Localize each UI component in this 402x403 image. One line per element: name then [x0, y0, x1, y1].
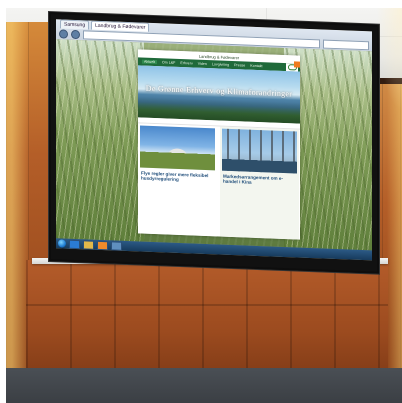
nav-item[interactable]: Presse [234, 63, 245, 67]
article-image[interactable] [140, 125, 215, 171]
article-card[interactable]: Markedsarrangement om e-handel i Kina [220, 126, 299, 240]
hero-banner: De Grønne Erhverv og Klimaforandringer [138, 65, 300, 124]
carpet-floor [6, 368, 402, 403]
wheat-field-left [56, 39, 144, 242]
back-icon[interactable] [59, 28, 68, 39]
article-title[interactable]: Flye regler giver mere fleksibel husdyrr… [141, 171, 214, 184]
nav-item[interactable]: Erhverv [180, 61, 192, 65]
nav-item[interactable]: Lovgivning [212, 62, 229, 67]
nav-item[interactable]: Aktuelt [142, 59, 157, 65]
media-taskbar-icon[interactable] [97, 240, 108, 250]
forward-icon[interactable] [71, 29, 80, 39]
website-page: Landbrug & Fødevarer Aktuelt Om L&F Erhv… [138, 49, 300, 240]
hero-title: De Grønne Erhverv og Klimaforandringer [145, 83, 293, 99]
nav-item[interactable]: Kontakt [250, 64, 262, 68]
panel-seam [26, 304, 388, 306]
nav-item[interactable]: Viden [198, 62, 207, 66]
article-image[interactable] [222, 128, 297, 174]
accent-marker [294, 61, 300, 68]
projection-screen: Samsung Landbrug & Fødevarer Landbrug & … [49, 12, 379, 274]
start-button-icon[interactable] [58, 239, 66, 248]
screen-display: Samsung Landbrug & Fødevarer Landbrug & … [56, 19, 372, 261]
nav-item[interactable]: Om L&F [162, 60, 175, 65]
conference-room-photo: Samsung Landbrug & Fødevarer Landbrug & … [6, 8, 402, 403]
app-taskbar-icon[interactable] [111, 240, 122, 251]
article-card[interactable]: Flye regler giver mere fleksibel husdyrr… [138, 123, 217, 237]
folder-taskbar-icon[interactable] [83, 239, 94, 250]
article-title[interactable]: Markedsarrangement om e-handel i Kina [223, 174, 296, 187]
search-box[interactable] [323, 39, 369, 50]
site-name[interactable]: Landbrug & Fødevarer [199, 53, 239, 60]
photo-scene: Samsung Landbrug & Fødevarer Landbrug & … [0, 0, 402, 403]
browser-taskbar-icon[interactable] [69, 239, 80, 249]
